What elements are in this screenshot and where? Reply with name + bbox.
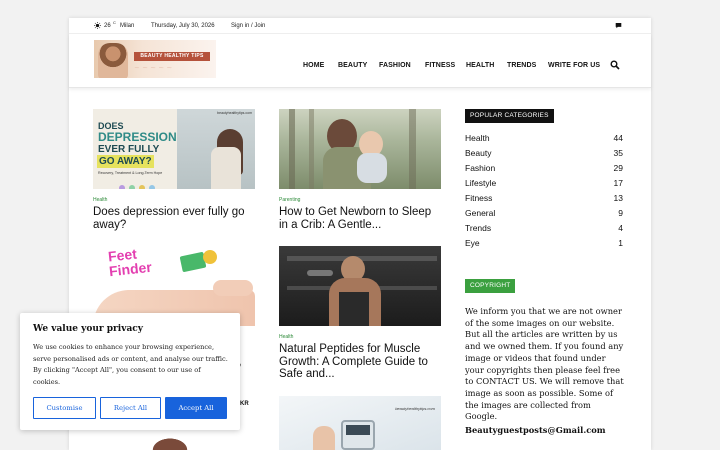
copyright-text: We inform you that we are not owner of t…	[465, 306, 624, 422]
nav-beauty[interactable]: BEAUTY	[338, 62, 367, 69]
article-card[interactable]: DOES DEPRESSION EVER FULLY GO AWAY? Reco…	[93, 109, 255, 239]
category-item[interactable]: Beauty 35	[465, 148, 623, 163]
reject-all-button[interactable]: Reject All	[100, 397, 161, 419]
search-icon[interactable]	[610, 60, 620, 70]
category-name[interactable]: Eye	[465, 238, 480, 248]
accept-all-button[interactable]: Accept All	[165, 397, 227, 419]
category-item[interactable]: Health 44	[465, 133, 623, 148]
site-logo[interactable]: BEAUTY HEALTHY TIPS ~ ~ ~ ~ ~	[94, 40, 216, 78]
category-name[interactable]: Lifestyle	[465, 178, 496, 188]
top-bar: 26 C Milan Thursday, July 30, 2026 Sign …	[69, 18, 651, 34]
logo-text: BEAUTY HEALTHY TIPS	[134, 52, 210, 61]
contact-email[interactable]: Beautyguestposts@Gmail.com	[465, 425, 606, 435]
category-count: 44	[613, 133, 623, 143]
category-count: 35	[613, 148, 623, 158]
article-thumbnail-fragment	[140, 430, 200, 450]
category-name[interactable]: Fashion	[465, 163, 495, 173]
category-item[interactable]: Fitness 13	[465, 193, 623, 208]
category-name[interactable]: General	[465, 208, 495, 218]
weather-city: Milan	[120, 23, 135, 29]
thumbnail-subtitle: Recovery, Treatment & Long-Term Hope	[98, 171, 163, 175]
category-count: 9	[618, 208, 623, 218]
weather-unit: C	[113, 20, 116, 25]
article-title[interactable]: Natural Peptides for Muscle Growth: A Co…	[279, 343, 439, 381]
copyright-heading: COPYRIGHT	[465, 279, 516, 293]
category-item[interactable]: General 9	[465, 208, 623, 223]
current-date: Thursday, July 30, 2026	[151, 23, 215, 29]
nav-health[interactable]: HEALTH	[466, 62, 494, 69]
category-count: 29	[613, 163, 623, 173]
cookie-heading: We value your privacy	[33, 324, 143, 334]
category-count: 4	[618, 223, 623, 233]
sun-weather-icon	[94, 22, 101, 29]
article-thumbnail[interactable]	[279, 246, 441, 326]
article-category[interactable]: Health	[279, 334, 293, 340]
category-count: 1	[618, 238, 623, 248]
nav-fitness[interactable]: FITNESS	[425, 62, 455, 69]
article-card[interactable]: Parenting How to Get Newborn to Sleep in…	[279, 109, 441, 239]
logo-portrait	[98, 43, 128, 78]
customise-button[interactable]: Customise	[33, 397, 96, 419]
nav-home[interactable]: HOME	[303, 62, 324, 69]
logo-decoration: ~ ~ ~ ~ ~	[134, 64, 173, 72]
thumbnail-text-l2: Finder	[108, 258, 153, 280]
category-count: 17	[613, 178, 623, 188]
article-category[interactable]: Parenting	[279, 197, 300, 203]
article-category[interactable]: Health	[93, 197, 107, 203]
nav-trends[interactable]: TRENDS	[507, 62, 536, 69]
sign-in-link[interactable]: Sign in / Join	[231, 23, 265, 29]
article-card[interactable]: beautyhealthytips.com	[279, 396, 441, 450]
article-title[interactable]: How to Get Newborn to Sleep in a Crib: A…	[279, 206, 441, 231]
article-thumbnail[interactable]: DOES DEPRESSION EVER FULLY GO AWAY? Reco…	[93, 109, 255, 189]
thumbnail-site: beautyhealthytips.com	[217, 111, 252, 115]
thumbnail-text-l2: DEPRESSION	[98, 130, 177, 144]
article-badge-fragment: KR	[240, 401, 249, 407]
category-item[interactable]: Eye 1	[465, 238, 623, 253]
thumbnail-text-l4: GO AWAY?	[97, 155, 154, 168]
weather-temperature: 26	[104, 23, 111, 29]
thumbnail-site: beautyhealthytips.com	[395, 406, 435, 411]
chat-icon[interactable]	[615, 22, 622, 29]
cookie-description: We use cookies to enhance your browsing …	[33, 343, 228, 387]
category-name[interactable]: Trends	[465, 223, 491, 233]
category-name[interactable]: Beauty	[465, 148, 491, 158]
nav-write-for-us[interactable]: WRITE FOR US	[548, 62, 600, 69]
category-name[interactable]: Health	[465, 133, 490, 143]
article-title[interactable]: Does depression ever fully go away?	[93, 206, 255, 231]
popular-categories-heading: POPULAR CATEGORIES	[465, 109, 554, 123]
category-list: Health 44 Beauty 35 Fashion 29 Lifestyle 17 …	[465, 133, 623, 253]
category-item[interactable]: Lifestyle 17	[465, 178, 623, 193]
site-header: BEAUTY HEALTHY TIPS ~ ~ ~ ~ ~ HOME BEAUT…	[69, 34, 651, 88]
article-thumbnail[interactable]: beautyhealthytips.com	[279, 396, 441, 450]
category-count: 13	[613, 193, 623, 203]
article-thumbnail[interactable]	[279, 109, 441, 189]
nav-fashion[interactable]: FASHION	[379, 62, 411, 69]
category-item[interactable]: Trends 4	[465, 223, 623, 238]
cookie-consent-dialog: We value your privacy We use cookies to …	[20, 313, 240, 430]
category-name[interactable]: Fitness	[465, 193, 492, 203]
thumbnail-text-l3: EVER FULLY	[98, 144, 160, 155]
category-item[interactable]: Fashion 29	[465, 163, 623, 178]
thumbnail-icons	[119, 178, 179, 189]
article-card[interactable]: Health Natural Peptides for Muscle Growt…	[279, 246, 441, 386]
